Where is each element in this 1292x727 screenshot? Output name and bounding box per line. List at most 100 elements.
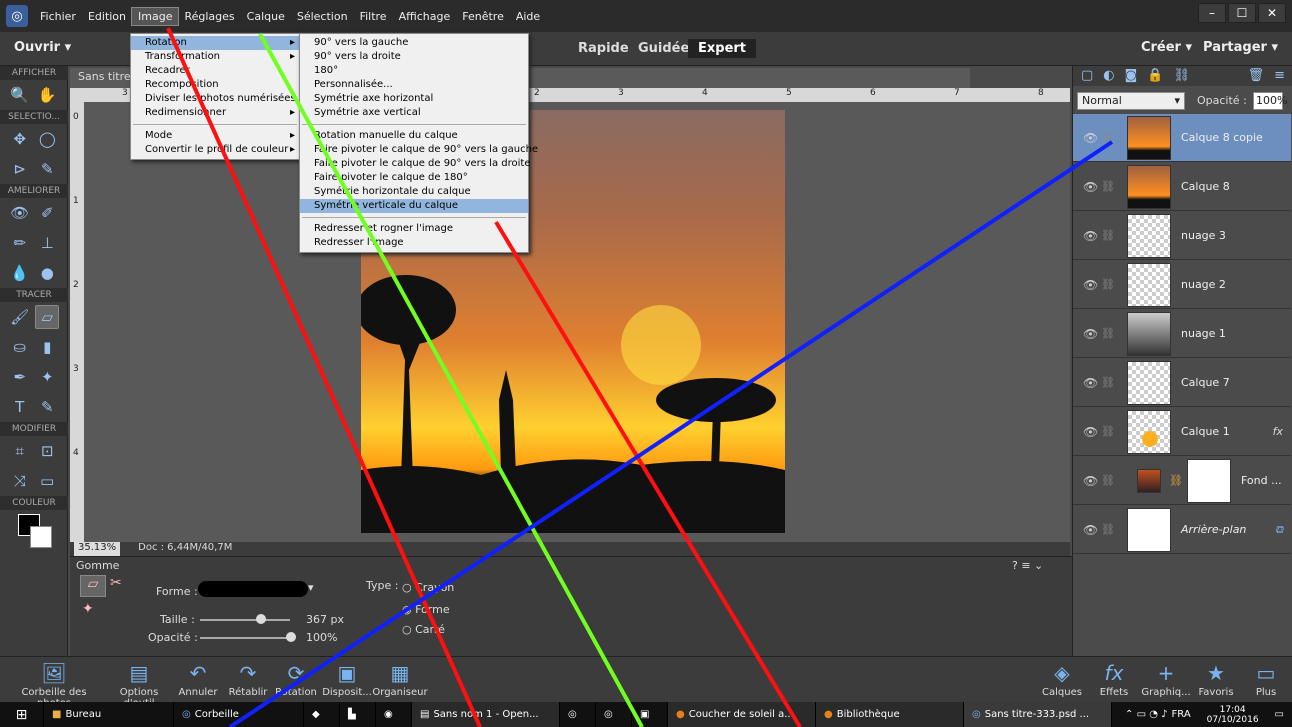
blend-mode-select[interactable]: Normal ▾ [1077,92,1185,110]
paint-bucket-tool-icon[interactable]: ⛀ [8,335,32,359]
taskbar-app-icon[interactable]: ▣ [632,702,668,727]
link-icon[interactable]: ⛓ [1101,180,1119,193]
move-tool-icon[interactable]: ✥ [8,127,32,151]
menu-item-rotate-90-left[interactable]: 90° vers la gauche [300,36,528,50]
magic-eraser-icon[interactable]: ✦ [82,601,94,617]
eye-icon[interactable]: 👁 [1083,474,1101,488]
taskbar-firefox-2[interactable]: ● Bibliothèque [816,702,964,727]
menu-item-diviser-photos[interactable]: Diviser les photos numérisées [131,92,299,106]
menu-item-straighten-crop[interactable]: Redresser et rogner l'image [300,222,528,236]
layer-row[interactable]: 👁 ⛓ ⛓ Fond ... [1073,457,1291,505]
layer-row[interactable]: 👁 ⛓ Arrière-plan ⧉ [1073,506,1291,554]
menu-filtre[interactable]: Filtre [354,8,393,25]
quick-selection-tool-icon[interactable]: ✎ [35,157,59,181]
color-swatches[interactable] [0,510,67,550]
menu-item-flip-layer-horizontal[interactable]: Symétrie horizontale du calque [300,185,528,199]
pencil-tool-icon[interactable]: ✎ [35,395,59,419]
menu-item-recomposition[interactable]: Recomposition [131,78,299,92]
taskbar-app-icon[interactable]: ◎ [560,702,596,727]
eraser-mode-icon[interactable]: ▱ [80,575,106,597]
link-icon[interactable]: ⛓ [1101,131,1119,144]
type-crayon-radio[interactable]: ○ Crayon [402,581,454,594]
menu-item-rotate-90-right[interactable]: 90° vers la droite [300,50,528,64]
taskbar-app-icon[interactable]: ◆ [304,702,340,727]
fx-icon[interactable]: fx [1273,425,1283,438]
menu-item-flip-vertical[interactable]: Symétrie axe vertical [300,106,528,120]
taskbar-photoshop[interactable]: ◎ Sans titre-333.psd ... [964,702,1112,727]
minimize-button[interactable]: – [1198,3,1226,23]
layer-row[interactable]: 👁 ⛓ nuage 1 [1073,310,1291,358]
link-icon[interactable]: ⛓ [1101,474,1119,487]
eye-icon[interactable]: 👁 [1083,180,1101,194]
menu-item-transformation[interactable]: Transformation ▸ [131,50,299,64]
rotate-button[interactable]: ⟳ Rotation [274,661,318,698]
menu-item-rotate-custom[interactable]: Personnalisée... [300,78,528,92]
menu-image[interactable]: Image [131,6,180,26]
create-button[interactable]: Créer ▾ [1141,40,1192,55]
eye-icon[interactable]: 👁 [1083,425,1101,439]
brush-shape-preview[interactable] [198,581,308,597]
layers-panel-button[interactable]: ◈ Calques [1040,661,1084,698]
blur-tool-icon[interactable]: 💧 [8,261,32,285]
menu-fichier[interactable]: Fichier [34,8,82,25]
eye-icon[interactable]: 👁 [1083,229,1101,243]
link-icon[interactable]: ⛓ [1101,278,1119,291]
background-color-swatch[interactable] [30,526,52,548]
share-button[interactable]: Partager ▾ [1203,40,1278,55]
brush-dropdown-icon[interactable]: ▾ [308,581,314,594]
taskbar-corbeille[interactable]: ◎ Corbeille [174,702,304,727]
close-button[interactable]: ✕ [1258,3,1286,23]
layer-row[interactable]: 👁 ⛓ nuage 2 [1073,261,1291,309]
mask-icon[interactable]: ◙ [1125,68,1138,84]
menu-edition[interactable]: Edition [82,8,132,25]
opacity-slider-thumb[interactable] [286,632,296,642]
fill-layer-icon[interactable]: ◐ [1103,68,1114,84]
zoom-tool-icon[interactable]: 🔍 [8,83,32,107]
layer-row[interactable]: 👁 ⛓ nuage 3 [1073,212,1291,260]
undo-button[interactable]: ↶ Annuler [176,661,220,698]
mode-expert-tab[interactable]: Expert [688,39,757,58]
size-slider[interactable] [200,619,290,621]
menu-item-rotation[interactable]: Rotation ▸ [131,36,299,50]
more-button[interactable]: ▭ Plus [1244,661,1288,698]
layer-row[interactable]: 👁 ⛓ Calque 7 [1073,359,1291,407]
lasso-tool-icon[interactable]: ⊳ [8,157,32,181]
favorites-button[interactable]: ★ Favoris [1194,661,1238,698]
sponge-tool-icon[interactable]: ● [35,261,59,285]
text-tool-icon[interactable]: T [8,395,32,419]
effects-button[interactable]: fx Effets [1092,661,1136,698]
menu-item-redimensionner[interactable]: Redimensionner ▸ [131,106,299,120]
taskbar-app-icon[interactable]: ▙ [340,702,376,727]
link-icon[interactable]: ⛓ [1101,376,1119,389]
menu-affichage[interactable]: Affichage [393,8,457,25]
open-button[interactable]: Ouvrir ▾ [14,40,71,55]
menu-selection[interactable]: Sélection [291,8,354,25]
clock[interactable]: 17:04 07/10/2016 [1199,702,1267,727]
trash-icon[interactable]: 🗑 [1248,68,1265,84]
lock-icon[interactable]: 🔒 [1147,68,1163,84]
graphics-button[interactable]: + Graphiq... [1140,661,1192,698]
menu-item-free-rotate-layer[interactable]: Rotation manuelle du calque [300,129,528,143]
system-tray[interactable]: ⌃ ▭ ◔ ♪ FRA [1117,702,1199,727]
background-eraser-icon[interactable]: ✂ [110,575,122,591]
menu-item-rotate-layer-180[interactable]: Faire pivoter le calque de 180° [300,171,528,185]
new-layer-icon[interactable]: ▢ [1081,68,1093,84]
taskbar-app-icon[interactable]: ◎ [596,702,632,727]
brush-tool-icon[interactable]: 🖌 [8,305,32,329]
menu-item-rotate-layer-90-left[interactable]: Faire pivoter le calque de 90° vers la g… [300,143,538,157]
eye-icon[interactable]: 👁 [1083,278,1101,292]
menu-item-flip-horizontal[interactable]: Symétrie axe horizontal [300,92,528,106]
taskbar-firefox-1[interactable]: ● Coucher de soleil a... [668,702,816,727]
clone-stamp-tool-icon[interactable]: ⊥ [35,231,59,255]
eraser-tool-icon[interactable]: ▱ [35,305,60,329]
eye-icon[interactable]: 👁 [1083,523,1101,537]
red-eye-tool-icon[interactable]: 👁 [8,201,32,225]
gradient-tool-icon[interactable]: ▮ [35,335,59,359]
menu-item-flip-layer-vertical[interactable]: Symétrie verticale du calque [300,199,528,213]
smart-brush-tool-icon[interactable]: ✏ [8,231,32,255]
layout-button[interactable]: ▣ Disposit... [322,661,372,698]
menu-reglages[interactable]: Réglages [178,8,240,25]
menu-item-rotate-180[interactable]: 180° [300,64,528,78]
color-picker-tool-icon[interactable]: ✒ [8,365,32,389]
type-carre-radio[interactable]: ○ Carré [402,623,445,636]
